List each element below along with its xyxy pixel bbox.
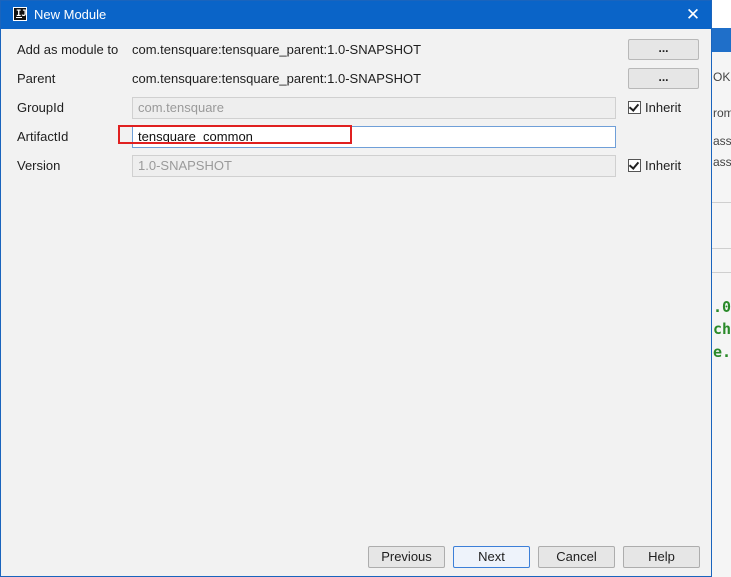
close-icon[interactable]: ✕ [686,5,700,24]
background-divider [712,202,731,203]
artifactid-label: ArtifactId [17,129,69,144]
next-button-label: Next [478,549,505,564]
window-title: New Module [34,7,107,22]
groupid-inherit-checkbox[interactable] [628,101,641,114]
new-module-dialog: IJ New Module ✕ Add as module to com.ten… [0,0,712,577]
parent-value: com.tensquare:tensquare_parent:1.0-SNAPS… [132,71,422,86]
cancel-button-label: Cancel [556,549,597,564]
background-text: ass [713,134,731,148]
background-divider [712,248,731,249]
parent-browse-button[interactable]: ... [628,68,699,89]
groupid-label: GroupId [17,100,64,115]
background-ide-tab [712,28,731,52]
next-button[interactable]: Next [453,546,530,568]
background-text: ass [713,155,731,169]
groupid-field[interactable]: com.tensquare [132,97,616,119]
version-label: Version [17,158,61,173]
add-as-module-label: Add as module to [17,42,119,57]
artifactid-field[interactable]: tensquare_common [132,126,616,148]
version-inherit-label[interactable]: Inherit [645,158,681,173]
add-as-module-browse-button[interactable]: ... [628,39,699,60]
background-code-line: ch [713,320,731,338]
checkmark-icon [628,159,640,170]
close-button[interactable]: ✕ [679,3,707,27]
groupid-inherit-label[interactable]: Inherit [645,100,681,115]
cancel-button[interactable]: Cancel [538,546,615,568]
version-inherit-checkbox[interactable] [628,159,641,172]
title-bar[interactable]: IJ New Module ✕ [1,1,711,29]
background-code-line: .0 [713,298,731,316]
help-button[interactable]: Help [623,546,700,568]
intellij-icon: IJ [13,7,27,21]
previous-button[interactable]: Previous [368,546,445,568]
background-divider [712,272,731,273]
checkmark-icon [628,101,640,112]
help-button-label: Help [648,549,675,564]
version-field[interactable]: 1.0-SNAPSHOT [132,155,616,177]
parent-label: Parent [17,71,56,86]
background-code-line: e. [713,343,731,361]
add-as-module-value: com.tensquare:tensquare_parent:1.0-SNAPS… [132,42,422,57]
previous-button-label: Previous [381,549,432,564]
background-text: OK: [713,70,731,84]
background-text: rom [713,106,731,120]
